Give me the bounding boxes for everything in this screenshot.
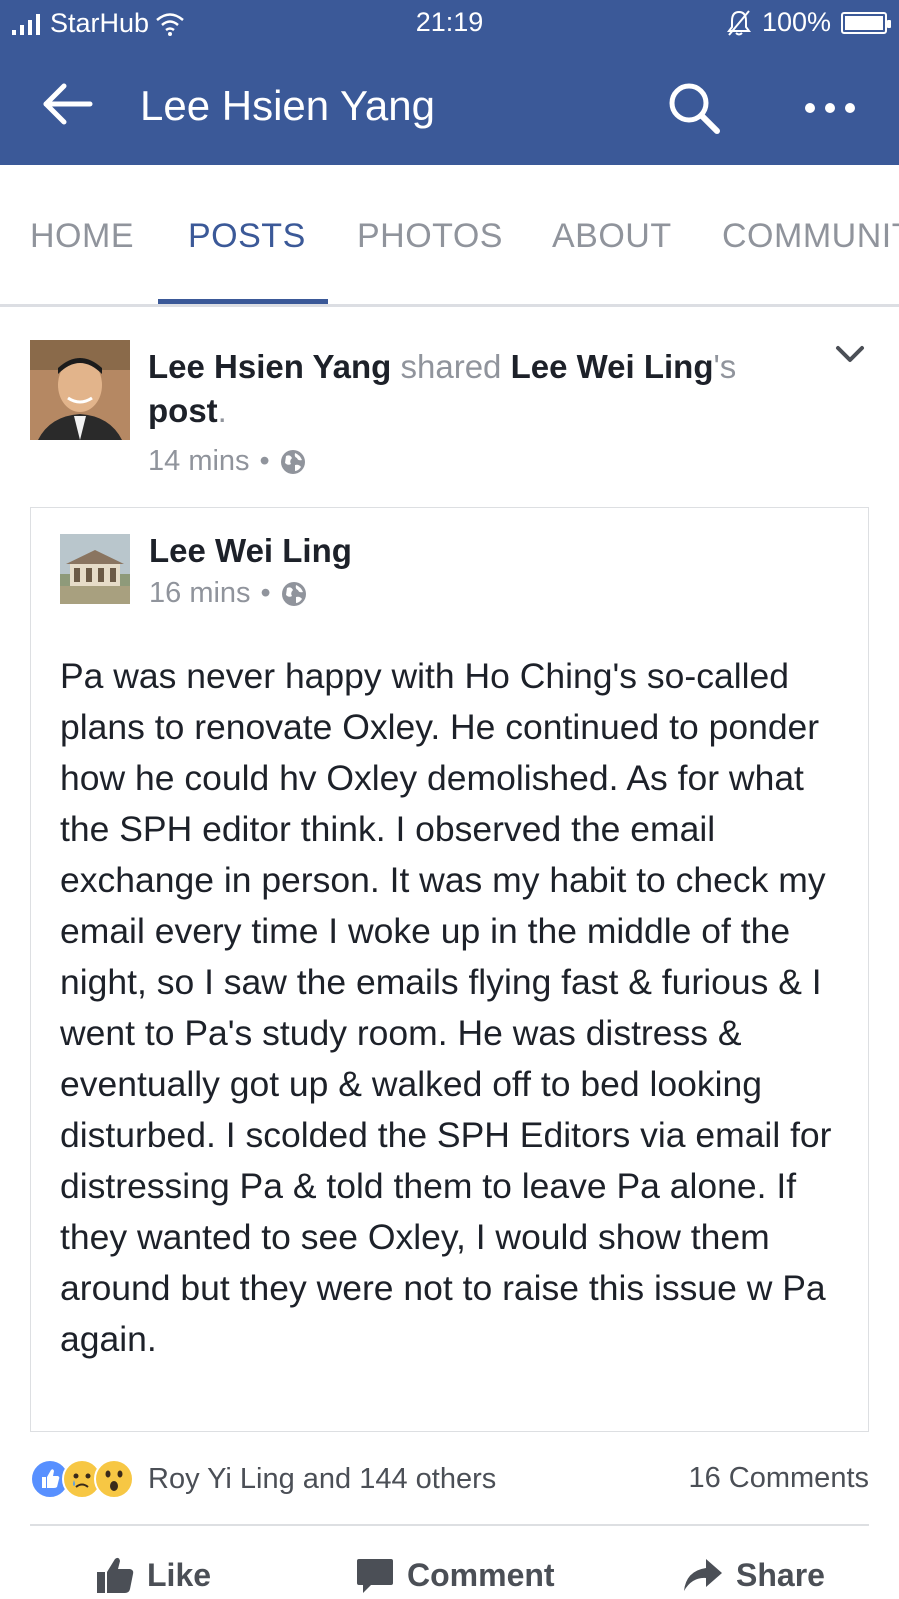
possessive-suffix: 's — [713, 348, 737, 385]
author-name-link[interactable]: Lee Hsien Yang — [148, 348, 391, 385]
back-arrow-icon[interactable] — [40, 82, 94, 126]
wow-reaction-icon — [94, 1459, 134, 1499]
reactions-text[interactable]: Roy Yi Ling and 144 others — [148, 1463, 496, 1496]
globe-icon — [280, 449, 305, 474]
reactions-summary[interactable]: Roy Yi Ling and 144 others — [30, 1457, 496, 1501]
comments-count[interactable]: 16 Comments — [688, 1462, 869, 1495]
muted-bell-icon — [726, 9, 751, 36]
tab-photos[interactable]: PHOTOS — [357, 217, 503, 256]
comment-bubble-icon — [357, 1559, 393, 1593]
status-right: 100% — [726, 7, 891, 38]
shared-post-card[interactable]: Lee Wei Ling 16 mins • Pa was never happ… — [30, 507, 869, 1432]
tab-posts[interactable]: POSTS — [188, 217, 306, 256]
shared-author-avatar[interactable] — [60, 534, 130, 604]
shared-post-meta: 16 mins • — [149, 577, 307, 610]
share-headline: Lee Hsien Yang shared Lee Wei Ling's post… — [148, 345, 808, 433]
active-tab-indicator — [158, 299, 328, 304]
globe-icon — [281, 581, 306, 606]
like-label: Like — [147, 1556, 212, 1593]
meta-separator: • — [259, 445, 270, 477]
post-link[interactable]: post — [148, 392, 218, 429]
comment-label: Comment — [407, 1556, 555, 1593]
shared-post-time[interactable]: 16 mins — [149, 577, 251, 610]
share-arrow-icon — [684, 1559, 722, 1591]
comment-button[interactable]: Comment — [355, 1555, 555, 1595]
tab-about[interactable]: ABOUT — [552, 217, 672, 256]
author-photo — [30, 340, 130, 440]
tab-home[interactable]: HOME — [30, 217, 134, 256]
divider — [30, 1524, 869, 1526]
share-button[interactable]: Share — [682, 1555, 825, 1595]
battery-icon — [841, 11, 891, 34]
page-tabs: HOME POSTS PHOTOS ABOUT COMMUNIT — [0, 165, 899, 307]
post-body-text: Pa was never happy with Ho Ching's so-ca… — [60, 656, 832, 1359]
post-time[interactable]: 14 mins — [148, 445, 250, 478]
page-title: Lee Hsien Yang — [140, 82, 436, 129]
battery-level — [845, 15, 883, 30]
shared-from-link[interactable]: Lee Wei Ling — [511, 348, 714, 385]
shared-author-photo — [60, 534, 130, 604]
app-header: Lee Hsien Yang — [0, 44, 899, 165]
author-avatar[interactable] — [30, 340, 130, 440]
share-verb: shared — [400, 348, 502, 385]
tab-community[interactable]: COMMUNIT — [722, 217, 899, 256]
search-icon[interactable] — [666, 80, 722, 136]
thumbs-up-icon — [97, 1557, 134, 1593]
status-bar: StarHub 21:19 100% — [0, 0, 899, 44]
shared-author-name[interactable]: Lee Wei Ling — [149, 532, 352, 570]
battery-percent: 100% — [761, 7, 831, 37]
shared-meta-separator: • — [260, 577, 271, 609]
chevron-down-icon[interactable] — [832, 340, 868, 368]
headline-period: . — [217, 392, 227, 429]
more-options-icon[interactable] — [802, 96, 858, 120]
post-meta: 14 mins • — [148, 445, 306, 478]
like-button[interactable]: Like — [95, 1555, 211, 1595]
share-label: Share — [736, 1556, 825, 1593]
